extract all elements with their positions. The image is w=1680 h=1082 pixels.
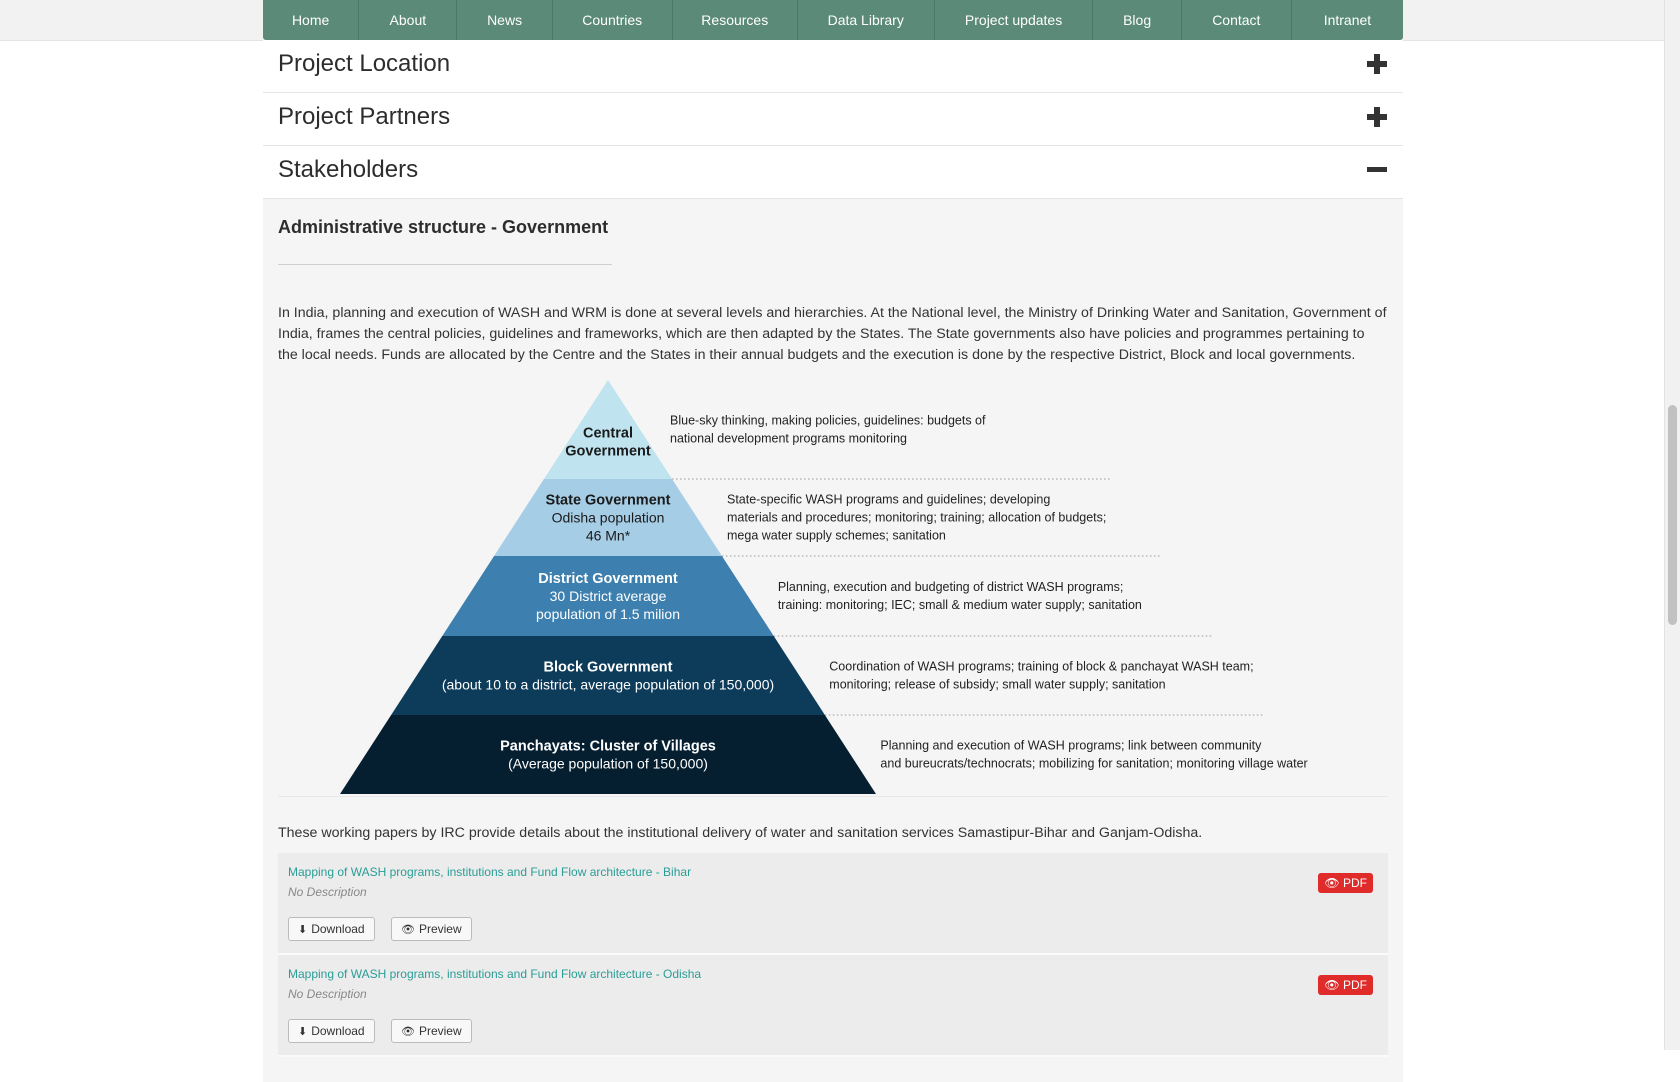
pyramid-level-label: Central [583, 426, 633, 442]
pdf-preview-badge[interactable]: 👁 PDF [1318, 873, 1373, 893]
badge-label: PDF [1343, 978, 1367, 992]
pyramid-level-label: (about 10 to a district, average populat… [442, 677, 774, 693]
pyramid-level [340, 715, 876, 794]
button-label: Download [311, 1024, 365, 1038]
pyramid-level-description: State-specific WASH programs and guideli… [727, 493, 1050, 507]
pyramid-level-description: national development programs monitoring [670, 432, 907, 446]
pyramid-graphic: Central Government Blue-sky thinking, maki… [340, 380, 1308, 794]
nav-contact[interactable]: Contact [1182, 0, 1292, 40]
pyramid-level-description: training: monitoring; IEC; small & mediu… [778, 598, 1142, 612]
pyramid-level-label: Odisha population [552, 510, 665, 526]
document-link[interactable]: Mapping of WASH programs, institutions a… [288, 967, 701, 981]
content-container: Project Location Project Partners Stakeh… [263, 40, 1403, 1082]
nav-home[interactable]: Home [263, 0, 360, 40]
nav-about[interactable]: About [359, 0, 458, 40]
pyramid-level-description: Coordination of WASH programs; training … [829, 660, 1253, 674]
page-scrollbar[interactable] [1664, 0, 1680, 1050]
button-label: Download [311, 922, 365, 936]
nav-resources[interactable]: Resources [673, 0, 798, 40]
pyramid-level-label: State Government [546, 493, 671, 509]
pyramid-level-description: and bureucrats/technocrats; mobilizing f… [880, 757, 1307, 771]
pyramid-level-description: mega water supply schemes; sanitation [727, 529, 946, 543]
accordion-title: Stakeholders [278, 156, 419, 183]
nav-blog[interactable]: Blog [1093, 0, 1182, 40]
plus-icon[interactable] [1365, 105, 1389, 129]
main-nav: Home About News Countries Resources Data… [263, 0, 1403, 40]
pyramid-level-description: Planning, execution and budgeting of dis… [778, 580, 1124, 594]
download-icon: ⬇ [298, 1025, 308, 1038]
pyramid-level-description: Blue-sky thinking, making policies, guid… [670, 414, 986, 428]
scrollbar-thumb[interactable] [1668, 405, 1677, 625]
pyramid-level-description: monitoring; release of subsidy; small wa… [829, 678, 1165, 692]
nav-news[interactable]: News [457, 0, 553, 40]
pyramid-level-label: Block Government [544, 660, 673, 676]
section-subtitle: Administrative structure - Government [278, 217, 609, 237]
pdf-preview-badge[interactable]: 👁 PDF [1318, 975, 1373, 995]
eye-icon: 👁 [1324, 876, 1340, 890]
document-link[interactable]: Mapping of WASH programs, institutions a… [288, 865, 691, 879]
pyramid-level [391, 636, 825, 715]
stakeholders-panel: Administrative structure - Government In… [263, 199, 1403, 1082]
preview-button[interactable]: 👁 Preview [391, 1019, 472, 1043]
badge-label: PDF [1343, 876, 1367, 890]
eye-icon: 👁 [401, 1025, 415, 1038]
government-pyramid-diagram: Central Government Blue-sky thinking, maki… [278, 376, 1388, 797]
divider [278, 264, 612, 265]
button-label: Preview [418, 922, 462, 936]
preview-button[interactable]: 👁 Preview [391, 917, 472, 941]
pyramid-level-label: (Average population of 150,000) [508, 756, 708, 772]
nav-data-library[interactable]: Data Library [798, 0, 935, 40]
nav-countries[interactable]: Countries [553, 0, 673, 40]
pyramid-level-label: District Government [538, 571, 678, 587]
nav-intranet[interactable]: Intranet [1292, 0, 1403, 40]
download-button[interactable]: ⬇ Download [288, 917, 375, 941]
accordion-title: Project Location [278, 50, 451, 77]
button-label: Preview [418, 1024, 462, 1038]
accordion-project-partners[interactable]: Project Partners [263, 93, 1403, 146]
working-papers-intro: These working papers by IRC provide deta… [278, 825, 1203, 841]
pyramid-level-label: population of 1.5 milion [536, 606, 680, 622]
document-description: No Description [288, 987, 367, 1001]
minus-icon[interactable] [1365, 158, 1389, 182]
accordion-project-location[interactable]: Project Location [263, 40, 1403, 93]
eye-icon: 👁 [401, 923, 415, 936]
document-row: Mapping of WASH programs, institutions a… [278, 955, 1388, 1057]
description-paragraph: In India, planning and execution of WASH… [278, 305, 1387, 363]
nav-project-updates[interactable]: Project updates [935, 0, 1094, 40]
pyramid-level-description: Planning and execution of WASH programs;… [880, 739, 1262, 753]
eye-icon: 👁 [1324, 978, 1340, 992]
pyramid-level-label: 46 Mn* [586, 528, 631, 544]
document-description: No Description [288, 885, 367, 899]
accordion-stakeholders[interactable]: Stakeholders [263, 146, 1403, 199]
download-button[interactable]: ⬇ Download [288, 1019, 375, 1043]
pyramid-level-label: 30 District average [550, 588, 667, 604]
download-icon: ⬇ [298, 923, 308, 936]
plus-icon[interactable] [1365, 52, 1389, 76]
document-row: Mapping of WASH programs, institutions a… [278, 853, 1388, 955]
pyramid-level-label: Government [565, 444, 651, 460]
pyramid-level-label: Panchayats: Cluster of Villages [500, 739, 716, 755]
accordion-title: Project Partners [278, 103, 451, 130]
pyramid-level-description: materials and procedures; monitoring; tr… [727, 511, 1106, 525]
